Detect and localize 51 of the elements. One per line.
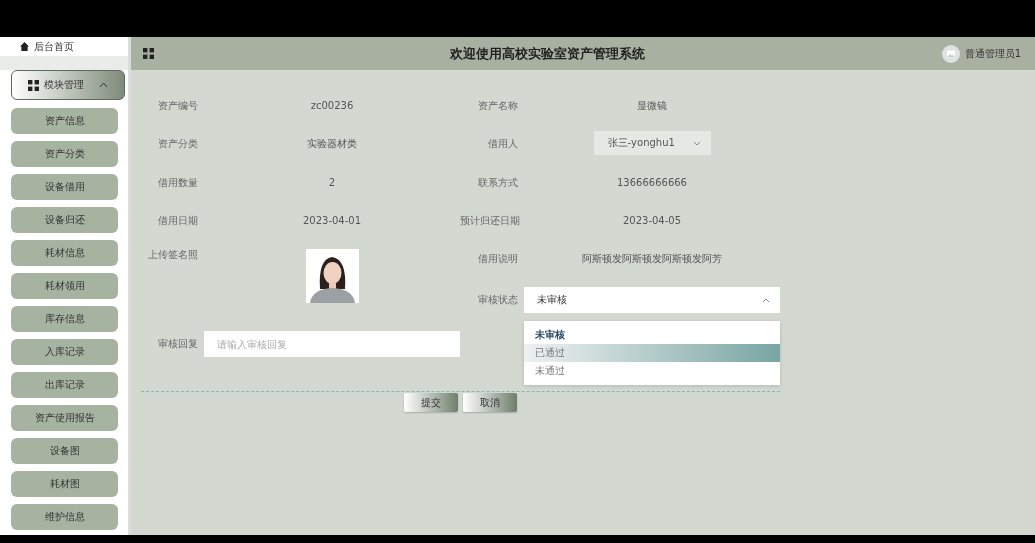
dropdown-option[interactable]: 未通过 [524,362,780,380]
sidebar-item[interactable]: 设备图 [11,438,118,464]
chevron-down-icon [692,140,701,146]
page-title: 欢迎使用高校实验室资产管理系统 [449,44,647,63]
field-label: 借用日期 [157,214,199,228]
reply-field[interactable]: 请输入审核回复 [204,331,460,357]
field-label: 借用数量 [157,176,199,190]
sidebar-item[interactable]: 资产使用报告 [11,405,118,431]
field-label: 审核回复 [157,337,199,351]
field-label: 资产分类 [157,137,199,151]
field-value: 2 [327,176,337,190]
sidebar-item[interactable]: 入库记录 [11,339,118,365]
status-select[interactable]: 未审核 [524,287,780,313]
field-label: 预计归还日期 [460,214,521,228]
sidebar-item[interactable]: 耗材信息 [11,240,118,266]
home-link[interactable]: 后台首页 [0,37,128,56]
field-label: 资产名称 [477,99,519,113]
chevron-up-icon [99,82,108,88]
sidebar-item[interactable]: 设备借用 [11,174,118,200]
field-value: 2023-04-05 [621,214,683,228]
field-label: 审核状态 [477,293,519,307]
field-value: 2023-04-01 [301,214,363,228]
field-label: 联系方式 [477,176,519,190]
submit-button[interactable]: 提交 [404,393,458,412]
home-icon [20,42,29,51]
sidebar-item[interactable]: 资产分类 [11,141,118,167]
grid-icon [28,79,39,91]
dropdown-option[interactable]: 未审核 [524,326,780,344]
user-name[interactable]: 普通管理员1 [964,46,1021,61]
field-label: 上传签名照 [147,249,199,262]
field-label: 借用说明 [477,252,519,266]
field-value: 阿斯顿发阿斯顿发阿斯顿发阿芳 [581,252,723,266]
field-value: zc00236 [309,99,355,113]
sidebar-item[interactable]: 库存信息 [11,306,118,332]
sidebar-item[interactable]: 设备归还 [11,207,118,233]
field-value: 显微镜 [636,99,668,113]
sidebar-item[interactable]: 耗材图 [11,471,118,497]
cancel-button[interactable]: 取消 [463,393,517,412]
sidebar-item[interactable]: 出库记录 [11,372,118,398]
field-label: 资产编号 [157,99,199,113]
dropdown-option[interactable]: 已通过 [524,344,780,362]
sidebar-item[interactable]: 耗材领用 [11,273,118,299]
borrower-select[interactable]: 张三-yonghu1 [593,131,711,155]
sidebar-item[interactable]: 资产信息 [11,108,118,134]
chevron-up-icon [762,297,770,303]
menu-icon[interactable] [143,48,154,59]
field-value: 13666666666 [616,176,688,190]
field-value: 实验器材类 [306,137,358,151]
menu-group-toggle[interactable]: 模块管理 [11,70,125,100]
sidebar-item[interactable]: 维护信息 [11,504,118,530]
field-label: 借用人 [487,137,519,151]
